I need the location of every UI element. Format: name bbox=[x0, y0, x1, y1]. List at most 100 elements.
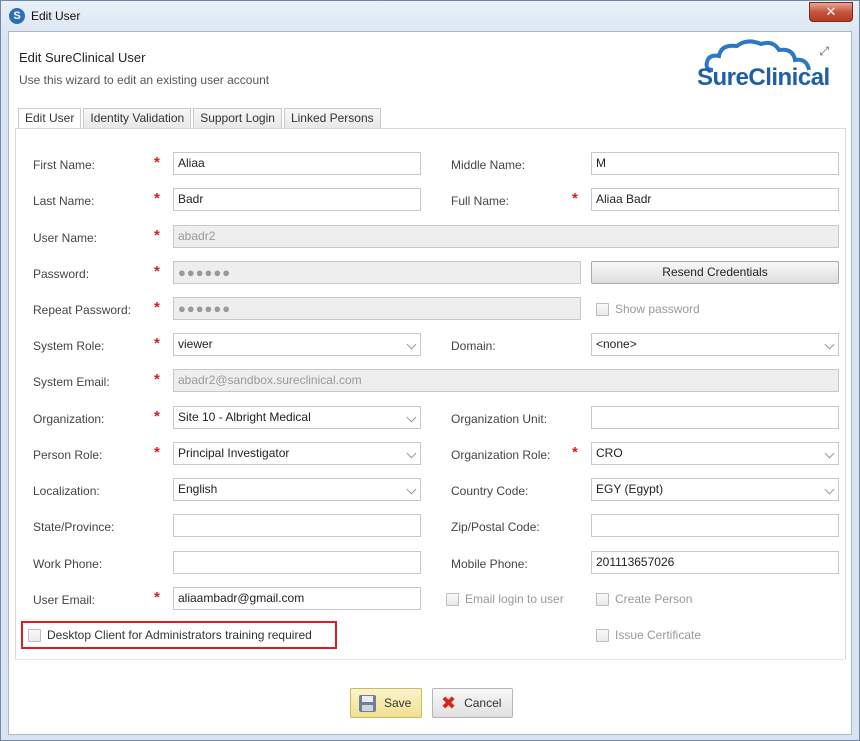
system-role-select[interactable]: viewer bbox=[173, 333, 421, 356]
last-name-field[interactable]: Badr bbox=[173, 188, 421, 211]
full-name-label: Full Name: bbox=[451, 194, 510, 208]
localization-select[interactable]: English bbox=[173, 478, 421, 501]
email-login-option[interactable]: Email login to user bbox=[446, 591, 564, 607]
last-name-label: Last Name: bbox=[33, 194, 95, 208]
domain-label: Domain: bbox=[451, 339, 496, 353]
first-name-field[interactable]: Aliaa bbox=[173, 152, 421, 175]
middle-name-label: Middle Name: bbox=[451, 158, 526, 172]
person-role-value: Principal Investigator bbox=[178, 446, 290, 460]
zip-code-label: Zip/Postal Code: bbox=[451, 520, 540, 534]
required-mark: * bbox=[572, 444, 578, 461]
tab-identity-validation[interactable]: Identity Validation bbox=[83, 108, 192, 128]
organization-unit-label: Organization Unit: bbox=[451, 412, 548, 426]
system-role-label: System Role: bbox=[33, 339, 105, 353]
email-login-label: Email login to user bbox=[465, 592, 564, 606]
desktop-training-checkbox[interactable] bbox=[28, 628, 41, 642]
desktop-training-label: Desktop Client for Administrators traini… bbox=[47, 628, 312, 642]
full-name-field[interactable]: Aliaa Badr bbox=[591, 188, 839, 211]
required-mark: * bbox=[154, 589, 160, 606]
state-province-label: State/Province: bbox=[33, 520, 115, 534]
person-role-select[interactable]: Principal Investigator bbox=[173, 442, 421, 465]
middle-name-field[interactable]: M bbox=[591, 152, 839, 175]
domain-value: <none> bbox=[596, 337, 637, 351]
localization-value: English bbox=[178, 482, 218, 496]
chevron-down-icon bbox=[406, 484, 417, 495]
required-mark: * bbox=[154, 444, 160, 461]
organization-label: Organization: bbox=[33, 412, 105, 426]
work-phone-label: Work Phone: bbox=[33, 557, 103, 571]
show-password-checkbox[interactable] bbox=[596, 302, 609, 316]
work-phone-field[interactable] bbox=[173, 551, 421, 574]
domain-select[interactable]: <none> bbox=[591, 333, 839, 356]
close-button[interactable]: ✕ bbox=[809, 2, 853, 22]
desktop-training-option[interactable]: Desktop Client for Administrators traini… bbox=[28, 627, 312, 643]
expand-icon[interactable]: ⤢ bbox=[819, 44, 829, 59]
repeat-password-label: Repeat Password: bbox=[33, 303, 132, 317]
save-button[interactable]: Save bbox=[350, 688, 422, 718]
password-label: Password: bbox=[33, 267, 90, 281]
title-bar: S Edit User ✕ bbox=[1, 1, 859, 31]
person-role-label: Person Role: bbox=[33, 448, 103, 462]
issue-certificate-checkbox[interactable] bbox=[596, 628, 609, 642]
sureclinical-logo: SureClinical ⤢ bbox=[693, 36, 833, 96]
page-title: Edit SureClinical User bbox=[19, 50, 146, 65]
required-mark: * bbox=[154, 335, 160, 352]
required-mark: * bbox=[154, 371, 160, 388]
chevron-down-icon bbox=[406, 412, 417, 423]
tab-bar: Edit User Identity Validation Support Lo… bbox=[18, 108, 383, 129]
system-email-label: System Email: bbox=[33, 375, 110, 389]
tab-edit-user[interactable]: Edit User bbox=[18, 108, 82, 129]
email-login-checkbox[interactable] bbox=[446, 592, 459, 606]
system-role-value: viewer bbox=[178, 337, 213, 351]
required-mark: * bbox=[572, 190, 578, 207]
cancel-label: Cancel bbox=[464, 696, 502, 710]
localization-label: Localization: bbox=[33, 484, 100, 498]
system-email-field: abadr2@sandbox.sureclinical.com bbox=[173, 369, 839, 392]
chevron-down-icon bbox=[824, 339, 835, 350]
required-mark: * bbox=[154, 263, 160, 280]
organization-select[interactable]: Site 10 - Albright Medical bbox=[173, 406, 421, 429]
required-mark: * bbox=[154, 190, 160, 207]
tab-linked-persons[interactable]: Linked Persons bbox=[283, 108, 381, 128]
create-person-option[interactable]: Create Person bbox=[596, 591, 692, 607]
window-title: Edit User bbox=[31, 9, 81, 23]
country-code-select[interactable]: EGY (Egypt) bbox=[591, 478, 839, 501]
dialog-content: Edit SureClinical User Use this wizard t… bbox=[8, 31, 852, 735]
issue-certificate-label: Issue Certificate bbox=[615, 628, 702, 642]
country-code-label: Country Code: bbox=[451, 484, 529, 498]
organization-value: Site 10 - Albright Medical bbox=[178, 410, 311, 424]
create-person-label: Create Person bbox=[615, 592, 693, 606]
user-name-label: User Name: bbox=[33, 231, 98, 245]
page-subtitle: Use this wizard to edit an existing user… bbox=[19, 73, 270, 87]
tab-support-login[interactable]: Support Login bbox=[193, 108, 282, 128]
organization-role-value: CRO bbox=[596, 446, 623, 460]
state-province-field[interactable] bbox=[173, 514, 421, 537]
mobile-phone-field[interactable]: 201113657026 bbox=[591, 551, 839, 574]
zip-code-field[interactable] bbox=[591, 514, 839, 537]
organization-role-select[interactable]: CRO bbox=[591, 442, 839, 465]
required-mark: * bbox=[154, 299, 160, 316]
show-password-option[interactable]: Show password bbox=[596, 301, 700, 317]
first-name-label: First Name: bbox=[33, 158, 96, 172]
edit-user-window: S Edit User ✕ Edit SureClinical User Use… bbox=[0, 0, 860, 741]
country-code-value: EGY (Egypt) bbox=[596, 482, 664, 496]
chevron-down-icon bbox=[824, 484, 835, 495]
cancel-button[interactable]: ✖ Cancel bbox=[432, 688, 513, 718]
repeat-password-field[interactable]: ●●●●●● bbox=[173, 297, 581, 320]
required-mark: * bbox=[154, 227, 160, 244]
save-icon bbox=[359, 694, 376, 712]
create-person-checkbox[interactable] bbox=[596, 592, 609, 606]
chevron-down-icon bbox=[406, 448, 417, 459]
organization-role-label: Organization Role: bbox=[451, 448, 551, 462]
user-name-field: abadr2 bbox=[173, 225, 839, 248]
show-password-label: Show password bbox=[615, 302, 700, 316]
user-email-field[interactable]: aliaambadr@gmail.com bbox=[173, 587, 421, 610]
user-email-label: User Email: bbox=[33, 593, 96, 607]
save-label: Save bbox=[384, 696, 412, 710]
resend-credentials-button[interactable]: Resend Credentials bbox=[591, 261, 839, 284]
password-field[interactable]: ●●●●●● bbox=[173, 261, 581, 284]
issue-certificate-option[interactable]: Issue Certificate bbox=[596, 627, 701, 643]
logo-text: SureClinical bbox=[697, 64, 830, 91]
organization-unit-field[interactable] bbox=[591, 406, 839, 429]
chevron-down-icon bbox=[824, 448, 835, 459]
